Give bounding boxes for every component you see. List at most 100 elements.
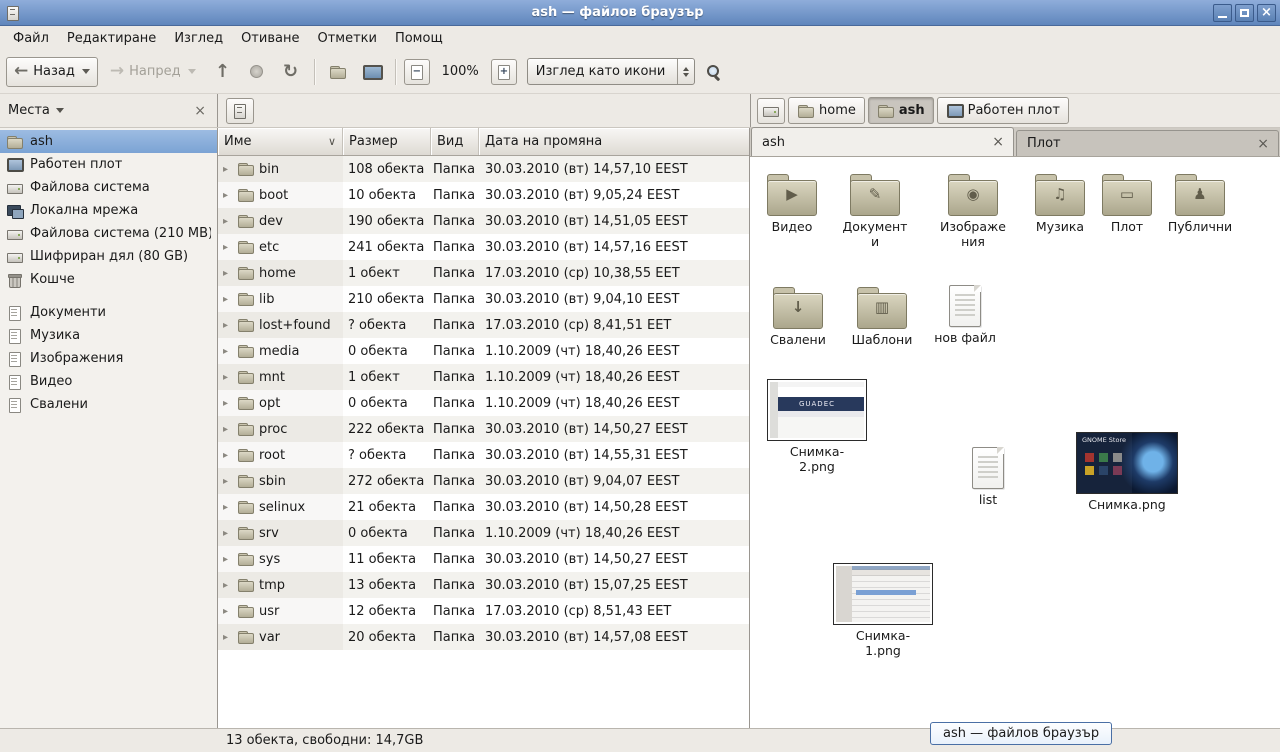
computer-button[interactable]	[357, 57, 387, 87]
expander-icon[interactable]: ▸	[223, 320, 233, 331]
expander-icon[interactable]: ▸	[223, 164, 233, 175]
expander-icon[interactable]: ▸	[223, 554, 233, 565]
icon-view-file-item[interactable]: list	[936, 447, 1040, 508]
home-button[interactable]	[323, 57, 353, 87]
icon-view-file-item[interactable]: GUADEC Снимка-2.png	[765, 379, 869, 475]
icon-view-file-item[interactable]: Снимка-1.png	[831, 563, 935, 659]
table-row[interactable]: ▸ selinux 21 обекта Папка 30.03.2010 (вт…	[218, 494, 749, 520]
view-mode-select[interactable]: Изглед като икони	[527, 58, 695, 85]
table-row[interactable]: ▸ usr 12 обекта Папка 17.03.2010 (ср) 8,…	[218, 598, 749, 624]
icon-view-folder-item[interactable]: Изображения	[931, 172, 1015, 250]
expander-icon[interactable]: ▸	[223, 450, 233, 461]
icon-view-file-item[interactable]: нов файл	[913, 285, 1017, 346]
tab-close-icon[interactable]: ×	[989, 135, 1007, 149]
icon-view-folder-item[interactable]: Плот	[1085, 172, 1169, 235]
icon-view-folder-item[interactable]: Публични	[1158, 172, 1242, 235]
expander-icon[interactable]: ▸	[223, 476, 233, 487]
sidebar-item[interactable]: Файлова система (210 MB)	[0, 222, 217, 245]
sidebar-item[interactable]: Музика	[0, 324, 217, 347]
sidebar-item[interactable]: Файлова система	[0, 176, 217, 199]
table-row[interactable]: ▸ home 1 обект Папка 17.03.2010 (ср) 10,…	[218, 260, 749, 286]
tab[interactable]: Плот ×	[1016, 130, 1279, 156]
expander-icon[interactable]: ▸	[223, 242, 233, 253]
table-row[interactable]: ▸ dev 190 обекта Папка 30.03.2010 (вт) 1…	[218, 208, 749, 234]
up-button[interactable]: ↑	[208, 57, 238, 87]
tab-close-icon[interactable]: ×	[1254, 137, 1272, 151]
table-row[interactable]: ▸ bin 108 обекта Папка 30.03.2010 (вт) 1…	[218, 156, 749, 182]
menu-item[interactable]: Изглед	[165, 26, 232, 50]
minimize-button[interactable]	[1213, 4, 1232, 22]
sidebar-item[interactable]: Работен плот	[0, 153, 217, 176]
close-button[interactable]: ×	[1257, 4, 1276, 22]
sidebar-item[interactable]: Документи	[0, 301, 217, 324]
column-header-type[interactable]: Вид	[431, 128, 479, 155]
maximize-button[interactable]	[1235, 4, 1254, 22]
expander-icon[interactable]: ▸	[223, 190, 233, 201]
breadcrumb-root-button[interactable]	[757, 98, 785, 124]
search-button[interactable]	[699, 57, 729, 87]
back-button[interactable]: ← Назад	[6, 57, 98, 87]
table-row[interactable]: ▸ opt 0 обекта Папка 1.10.2009 (чт) 18,4…	[218, 390, 749, 416]
expander-icon[interactable]: ▸	[223, 632, 233, 643]
expander-icon[interactable]: ▸	[223, 372, 233, 383]
menu-item[interactable]: Файл	[4, 26, 58, 50]
expander-icon[interactable]: ▸	[223, 580, 233, 591]
menu-item[interactable]: Отметки	[308, 26, 385, 50]
sidebar-item[interactable]: Свалени	[0, 393, 217, 416]
expander-icon[interactable]: ▸	[223, 424, 233, 435]
breadcrumb-button[interactable]: Работен плот	[937, 97, 1069, 124]
sidebar-item[interactable]	[0, 291, 217, 301]
icon-view-folder-item[interactable]: Документи	[833, 172, 917, 250]
icon-view-folder-item[interactable]: Видео	[750, 172, 834, 235]
sidebar-item[interactable]: Локална мрежа	[0, 199, 217, 222]
breadcrumb-button[interactable]: ash	[868, 97, 934, 124]
column-header-name[interactable]: Име ∨	[218, 128, 343, 155]
table-row[interactable]: ▸ srv 0 обекта Папка 1.10.2009 (чт) 18,4…	[218, 520, 749, 546]
places-header[interactable]: Места ×	[0, 94, 218, 127]
table-row[interactable]: ▸ lib 210 обекта Папка 30.03.2010 (вт) 9…	[218, 286, 749, 312]
expander-icon[interactable]: ▸	[223, 216, 233, 227]
sidebar-item[interactable]: Изображения	[0, 347, 217, 370]
sidebar-item[interactable]: ash	[0, 130, 217, 153]
stop-button[interactable]	[242, 57, 272, 87]
expander-icon[interactable]: ▸	[223, 398, 233, 409]
menu-item[interactable]: Отиване	[232, 26, 308, 50]
sidebar-item[interactable]: Кошче	[0, 268, 217, 291]
expander-icon[interactable]: ▸	[223, 528, 233, 539]
places-close-icon[interactable]: ×	[191, 103, 209, 119]
table-row[interactable]: ▸ etc 241 обекта Папка 30.03.2010 (вт) 1…	[218, 234, 749, 260]
table-row[interactable]: ▸ sys 11 обекта Папка 30.03.2010 (вт) 14…	[218, 546, 749, 572]
table-row[interactable]: ▸ proc 222 обекта Папка 30.03.2010 (вт) …	[218, 416, 749, 442]
sidebar-item[interactable]: Видео	[0, 370, 217, 393]
table-row[interactable]: ▸ mnt 1 обект Папка 1.10.2009 (чт) 18,40…	[218, 364, 749, 390]
column-header-size[interactable]: Размер	[343, 128, 431, 155]
expander-icon[interactable]: ▸	[223, 606, 233, 617]
expander-icon[interactable]: ▸	[223, 502, 233, 513]
titlebar[interactable]: ash — файлов браузър ×	[0, 0, 1280, 26]
tab[interactable]: ash ×	[751, 127, 1014, 156]
sidebar-item[interactable]: Шифриран дял (80 GB)	[0, 245, 217, 268]
table-row[interactable]: ▸ root ? обекта Папка 30.03.2010 (вт) 14…	[218, 442, 749, 468]
reload-button[interactable]: ↻	[276, 57, 306, 87]
table-row[interactable]: ▸ boot 10 обекта Папка 30.03.2010 (вт) 9…	[218, 182, 749, 208]
table-row[interactable]: ▸ tmp 13 обекта Папка 30.03.2010 (вт) 15…	[218, 572, 749, 598]
expander-icon[interactable]: ▸	[223, 346, 233, 357]
menu-item[interactable]: Помощ	[386, 26, 452, 50]
table-row[interactable]: ▸ var 20 обекта Папка 30.03.2010 (вт) 14…	[218, 624, 749, 650]
menu-item[interactable]: Редактиране	[58, 26, 165, 50]
breadcrumb-button[interactable]: home	[788, 97, 865, 124]
icon-view[interactable]: Видео Документи Изображения	[750, 157, 1280, 728]
expander-icon[interactable]: ▸	[223, 268, 233, 279]
table-row[interactable]: ▸ sbin 272 обекта Папка 30.03.2010 (вт) …	[218, 468, 749, 494]
table-row[interactable]: ▸ lost+found ? обекта Папка 17.03.2010 (…	[218, 312, 749, 338]
icon-view-file-item[interactable]: GNOME Store Снимка.png	[1075, 432, 1179, 513]
table-row[interactable]: ▸ media 0 обекта Папка 1.10.2009 (чт) 18…	[218, 338, 749, 364]
zoom-in-button[interactable]	[491, 59, 517, 85]
forward-button[interactable]: → Напред	[102, 57, 204, 87]
zoom-out-button[interactable]	[404, 59, 430, 85]
location-toggle-button[interactable]	[226, 98, 254, 124]
icon-view-folder-item[interactable]: Свалени	[756, 285, 840, 348]
column-header-date[interactable]: Дата на промяна	[479, 128, 749, 155]
expander-icon[interactable]: ▸	[223, 294, 233, 305]
icon-view-folder-item[interactable]: Шаблони	[840, 285, 924, 348]
